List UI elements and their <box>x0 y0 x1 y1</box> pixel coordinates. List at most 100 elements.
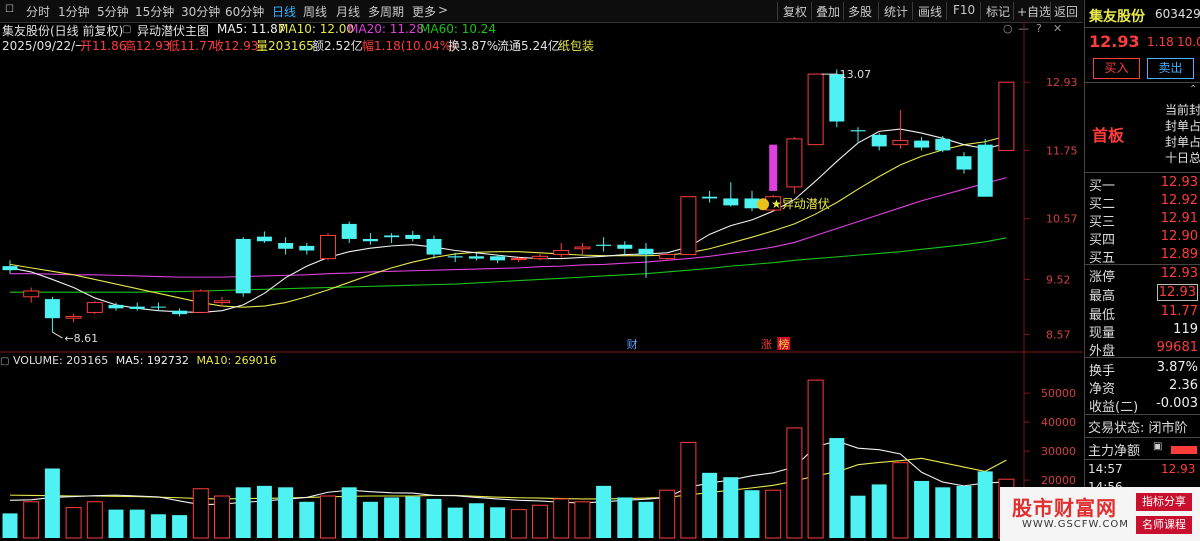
volume-bar <box>405 496 421 538</box>
watermark-url: WWW.GSCFW.COM <box>1022 519 1129 530</box>
candle-body <box>680 196 697 256</box>
candle-body <box>977 144 993 197</box>
volume-bar <box>129 509 145 538</box>
volume-bar <box>871 484 887 538</box>
candle-body <box>468 256 484 259</box>
high-label: 13.07 <box>840 68 872 81</box>
candle-body <box>362 238 378 242</box>
tick-time: 14:57 <box>1088 462 1123 476</box>
candle-body <box>150 306 166 308</box>
candle-body <box>532 255 548 260</box>
bid-row[interactable]: 买二 12.92 <box>1085 192 1200 212</box>
candle-body <box>278 242 294 249</box>
collapse-icon[interactable]: ⌃ <box>1189 84 1197 95</box>
stat-row: 净资 2.36 <box>1089 378 1198 397</box>
volume-bar <box>596 485 612 538</box>
volume-bar <box>299 501 315 538</box>
stat-row: 收益(二) -0.003 <box>1089 396 1198 415</box>
stock-code: 603429 <box>1155 7 1200 21</box>
ma60-line <box>10 237 1007 293</box>
volume-bar <box>680 441 697 539</box>
event-marker-finance: 财 <box>627 337 638 351</box>
volume-bar <box>744 490 760 538</box>
bid-row[interactable]: 买四 12.90 <box>1085 228 1200 248</box>
volume-bar <box>723 477 739 538</box>
candle-body <box>86 302 103 313</box>
stat-row: 换手 3.87% <box>1089 360 1198 379</box>
watermark-tag: 指标分享 <box>1136 493 1192 511</box>
volume-bar <box>490 507 506 538</box>
bid-row[interactable]: 买一 12.93 <box>1085 174 1200 194</box>
trade-status: 交易状态: 闭市阶 <box>1088 421 1188 436</box>
candle-body <box>850 130 866 132</box>
stock-name: 集友股份 <box>1089 9 1145 25</box>
volume-bar <box>214 495 230 539</box>
candle-body <box>956 156 972 170</box>
bid-row[interactable]: 买三 12.91 <box>1085 210 1200 230</box>
candle-body <box>23 290 40 298</box>
volume-bar <box>765 489 782 539</box>
volume-bar <box>638 501 654 538</box>
candle-body <box>447 256 463 258</box>
volume-bar <box>617 497 633 538</box>
bid-row[interactable]: 买五 12.89 <box>1085 246 1200 266</box>
candle-body <box>65 315 82 319</box>
buy-button[interactable]: 买入 <box>1093 58 1140 79</box>
volume-ma10-line <box>9 457 1007 500</box>
volume-bar <box>977 471 993 538</box>
low-marker-line <box>52 331 63 339</box>
volume-bar <box>702 472 718 538</box>
main-net-label: 主力净额 <box>1088 444 1141 459</box>
volume-bar <box>829 438 845 538</box>
stat-row: 最低 11.77 <box>1089 304 1198 323</box>
volume-bar <box>150 514 166 538</box>
candle-body <box>108 304 124 309</box>
candle-body <box>702 196 718 199</box>
price-tick-label: 8.57 <box>1046 328 1071 341</box>
volume-bar <box>2 513 18 538</box>
volume-tick-label: 30000 <box>1041 445 1076 458</box>
volume-bar <box>786 427 803 539</box>
main-net-toggle-icon[interactable]: ▣ <box>1153 441 1162 452</box>
candle-body <box>510 258 527 261</box>
volume-bar <box>935 487 951 538</box>
volume-bar <box>426 498 442 538</box>
candle-body <box>914 140 930 148</box>
kline-chart[interactable]: 12.93 11.75 10.57 9.52 8.57 50000 40000 30000 20… <box>0 0 1083 541</box>
quote-panel: 集友股份 603429 12.93 1.18 10.0 买入 卖出 ⌃ 首板 当… <box>1084 0 1200 541</box>
candle-body <box>829 74 845 122</box>
volume-bar <box>192 488 209 539</box>
candle-body <box>596 244 612 246</box>
candle-body <box>299 245 315 251</box>
sell-button[interactable]: 卖出 <box>1147 58 1194 79</box>
watermark: 股市财富网 指标分享 WWW.GSCFW.COM 名师课程 <box>1000 487 1200 541</box>
volume-bar <box>384 497 400 538</box>
volume-bar <box>574 501 591 539</box>
candle-body <box>129 306 145 309</box>
candle-body <box>44 299 60 319</box>
volume-bar <box>850 495 866 538</box>
volume-bar <box>256 485 272 538</box>
price-tick-label: 10.57 <box>1046 213 1078 226</box>
candle-body <box>192 290 209 313</box>
price-change: 1.18 <box>1147 35 1174 49</box>
stat-row: 最高 12.93 <box>1089 284 1198 304</box>
volume-bar <box>23 501 40 539</box>
watermark-tag: 名师课程 <box>1136 516 1192 534</box>
volume-bar <box>659 489 676 539</box>
candle-body <box>807 73 824 146</box>
volume-bar <box>341 487 357 538</box>
candle-body <box>235 238 251 294</box>
candle-body <box>320 234 336 260</box>
candle-body <box>574 246 591 250</box>
price-tick-label: 11.75 <box>1046 144 1078 157</box>
volume-bar <box>532 504 548 539</box>
tick-price: 12.93 <box>1161 462 1196 476</box>
board-status: 首板 <box>1092 126 1125 145</box>
signal-label: ★异动潜伏 <box>771 197 830 211</box>
candle-body <box>2 266 18 271</box>
stat-row: 涨停 12.93 <box>1089 266 1198 285</box>
volume-bar <box>172 515 188 538</box>
candle-body <box>384 235 400 238</box>
ma20-line <box>10 177 1007 278</box>
